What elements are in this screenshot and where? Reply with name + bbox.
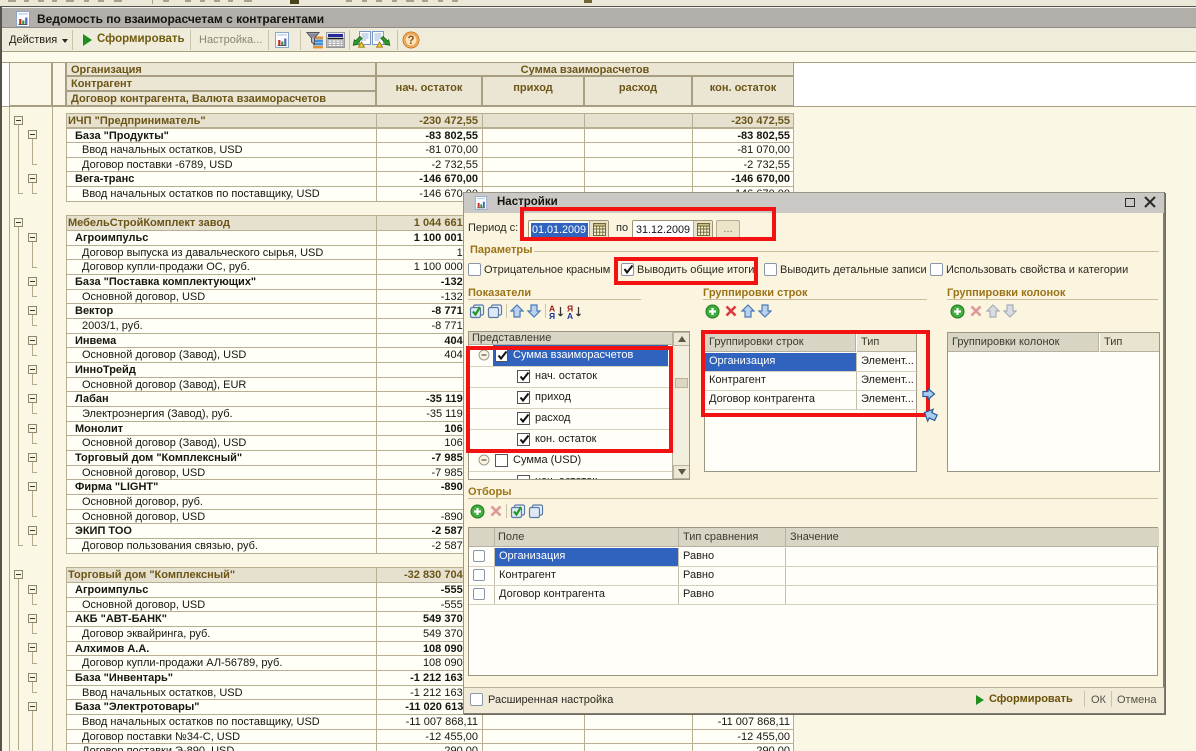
svg-text:?: ? <box>407 35 414 47</box>
svg-text:Я: Я <box>549 311 555 319</box>
svg-text:А: А <box>567 311 573 319</box>
